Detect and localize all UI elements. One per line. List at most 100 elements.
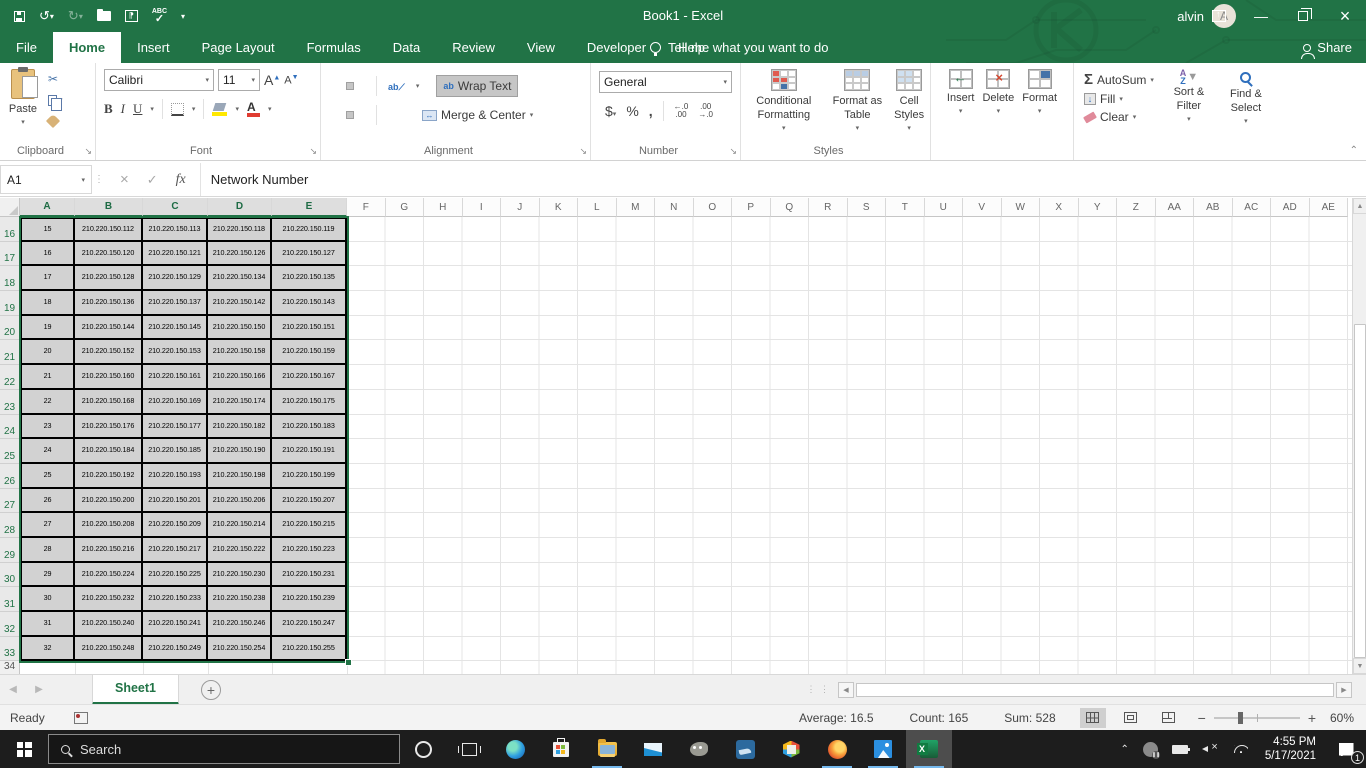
- format-as-table-button[interactable]: Format as Table ▾: [827, 63, 889, 143]
- paste-button[interactable]: Paste ▾: [0, 63, 46, 143]
- align-left-button[interactable]: [331, 111, 339, 119]
- cell-D31[interactable]: 210.220.150.238: [208, 587, 272, 612]
- row-header[interactable]: 24: [0, 414, 20, 440]
- cell-B19[interactable]: 210.220.150.136: [75, 291, 143, 316]
- page-layout-view-button[interactable]: [1118, 708, 1144, 728]
- align-center-button[interactable]: [346, 111, 354, 119]
- cell-A27[interactable]: 26: [20, 488, 75, 514]
- tray-expand-icon[interactable]: ⌃: [1113, 730, 1135, 768]
- column-header-Z[interactable]: Z: [1117, 198, 1156, 217]
- row-header[interactable]: 20: [0, 315, 20, 341]
- cell-C32[interactable]: 210.220.150.241: [143, 612, 208, 637]
- taskbar-search-input[interactable]: Search: [48, 734, 400, 764]
- enter-formula-button[interactable]: ✓: [147, 172, 158, 188]
- cell-C21[interactable]: 210.220.150.153: [143, 340, 208, 366]
- insert-cells-button[interactable]: ← Insert ▾: [947, 63, 974, 143]
- column-header-N[interactable]: N: [655, 198, 694, 217]
- clear-button[interactable]: Clear ▾: [1083, 110, 1154, 124]
- row-header[interactable]: 26: [0, 463, 20, 489]
- column-header-AA[interactable]: AA: [1155, 198, 1194, 217]
- macro-record-icon[interactable]: [74, 711, 88, 724]
- column-header-O[interactable]: O: [693, 198, 732, 217]
- start-button[interactable]: [0, 730, 48, 768]
- taskbar-app-firefox[interactable]: [814, 730, 860, 768]
- empty-cells[interactable]: [347, 291, 1352, 316]
- row-header[interactable]: 18: [0, 266, 20, 292]
- task-view-button[interactable]: [446, 730, 492, 768]
- empty-cells[interactable]: [347, 315, 1352, 341]
- cell-C20[interactable]: 210.220.150.145: [143, 315, 208, 341]
- copy-button[interactable]: ▾: [48, 92, 63, 111]
- font-color-dropdown-icon[interactable]: ▾: [268, 105, 272, 113]
- cell-A20[interactable]: 19: [20, 315, 75, 341]
- cell-C19[interactable]: 210.220.150.137: [143, 291, 208, 316]
- column-header-I[interactable]: I: [462, 198, 501, 217]
- cell-D18[interactable]: 210.220.150.134: [208, 266, 272, 292]
- volume-muted-icon[interactable]: [1195, 730, 1227, 768]
- minimize-button[interactable]: —: [1240, 0, 1282, 32]
- column-header-T[interactable]: T: [886, 198, 925, 217]
- decrease-indent-button[interactable]: [384, 111, 392, 119]
- cell-C24[interactable]: 210.220.150.177: [143, 414, 208, 440]
- ribbon-tab-developer[interactable]: Developer: [571, 32, 662, 63]
- cell-C30[interactable]: 210.220.150.225: [143, 562, 208, 588]
- cell-B16[interactable]: 210.220.150.112: [75, 217, 143, 242]
- format-cells-button[interactable]: Format ▾: [1022, 63, 1057, 143]
- cell-B29[interactable]: 210.220.150.216: [75, 537, 143, 563]
- cell-D25[interactable]: 210.220.150.190: [208, 439, 272, 464]
- cell-A16[interactable]: 15: [20, 217, 75, 242]
- insert-function-button[interactable]: fx: [176, 172, 186, 188]
- cell-A30[interactable]: 29: [20, 562, 75, 588]
- empty-cells[interactable]: [347, 612, 1352, 637]
- scroll-left-arrow[interactable]: ◀: [838, 681, 854, 698]
- cell-A19[interactable]: 18: [20, 291, 75, 316]
- align-top-button[interactable]: [331, 82, 339, 90]
- cell-E16[interactable]: 210.220.150.119: [272, 217, 347, 242]
- ribbon-tab-insert[interactable]: Insert: [121, 32, 186, 63]
- increase-indent-button[interactable]: [399, 111, 407, 119]
- zoom-slider-thumb[interactable]: [1237, 711, 1243, 724]
- cell-C16[interactable]: 210.220.150.113: [143, 217, 208, 242]
- row-header[interactable]: 34: [0, 661, 20, 674]
- scroll-down-arrow[interactable]: ▼: [1353, 658, 1366, 674]
- taskbar-app-excel[interactable]: [906, 730, 952, 768]
- grow-font-button[interactable]: A▲: [264, 72, 280, 88]
- cell-B22[interactable]: 210.220.150.160: [75, 365, 143, 390]
- cell-A22[interactable]: 21: [20, 365, 75, 390]
- cell-B17[interactable]: 210.220.150.120: [75, 241, 143, 267]
- column-header-P[interactable]: P: [732, 198, 771, 217]
- cell-C31[interactable]: 210.220.150.233: [143, 587, 208, 612]
- empty-cells[interactable]: [347, 241, 1352, 267]
- ribbon-tab-page-layout[interactable]: Page Layout: [186, 32, 291, 63]
- merge-center-dropdown-icon[interactable]: ▾: [530, 111, 534, 119]
- row-header[interactable]: 17: [0, 241, 20, 267]
- taskbar-app-edge[interactable]: [492, 730, 538, 768]
- row-header[interactable]: 21: [0, 340, 20, 366]
- cell-D28[interactable]: 210.220.150.214: [208, 513, 272, 538]
- zoom-out-button[interactable]: −: [1198, 710, 1206, 726]
- sheet-nav-right-icon[interactable]: ▶: [26, 684, 52, 695]
- column-header-J[interactable]: J: [501, 198, 540, 217]
- column-header-E[interactable]: E: [272, 198, 347, 217]
- row-header[interactable]: 25: [0, 439, 20, 464]
- cell-E19[interactable]: 210.220.150.143: [272, 291, 347, 316]
- fill-button[interactable]: ↓ Fill ▾: [1084, 92, 1154, 106]
- cell-B30[interactable]: 210.220.150.224: [75, 562, 143, 588]
- empty-cells[interactable]: [347, 439, 1352, 464]
- cell-A18[interactable]: 17: [20, 266, 75, 292]
- cell-A21[interactable]: 20: [20, 340, 75, 366]
- cell-D24[interactable]: 210.220.150.182: [208, 414, 272, 440]
- cell-B32[interactable]: 210.220.150.240: [75, 612, 143, 637]
- cell-E24[interactable]: 210.220.150.183: [272, 414, 347, 440]
- column-header-C[interactable]: C: [143, 198, 208, 217]
- column-header-R[interactable]: R: [809, 198, 848, 217]
- ribbon-tab-review[interactable]: Review: [436, 32, 511, 63]
- cell-B31[interactable]: 210.220.150.232: [75, 587, 143, 612]
- cell-E28[interactable]: 210.220.150.215: [272, 513, 347, 538]
- column-header-D[interactable]: D: [208, 198, 272, 217]
- paste-dropdown-icon[interactable]: ▾: [21, 116, 25, 129]
- sheet-nav-left-icon[interactable]: ◀: [0, 684, 26, 695]
- autosum-button[interactable]: Σ AutoSum ▾: [1084, 71, 1154, 88]
- close-button[interactable]: ×: [1324, 0, 1366, 32]
- cell-B21[interactable]: 210.220.150.152: [75, 340, 143, 366]
